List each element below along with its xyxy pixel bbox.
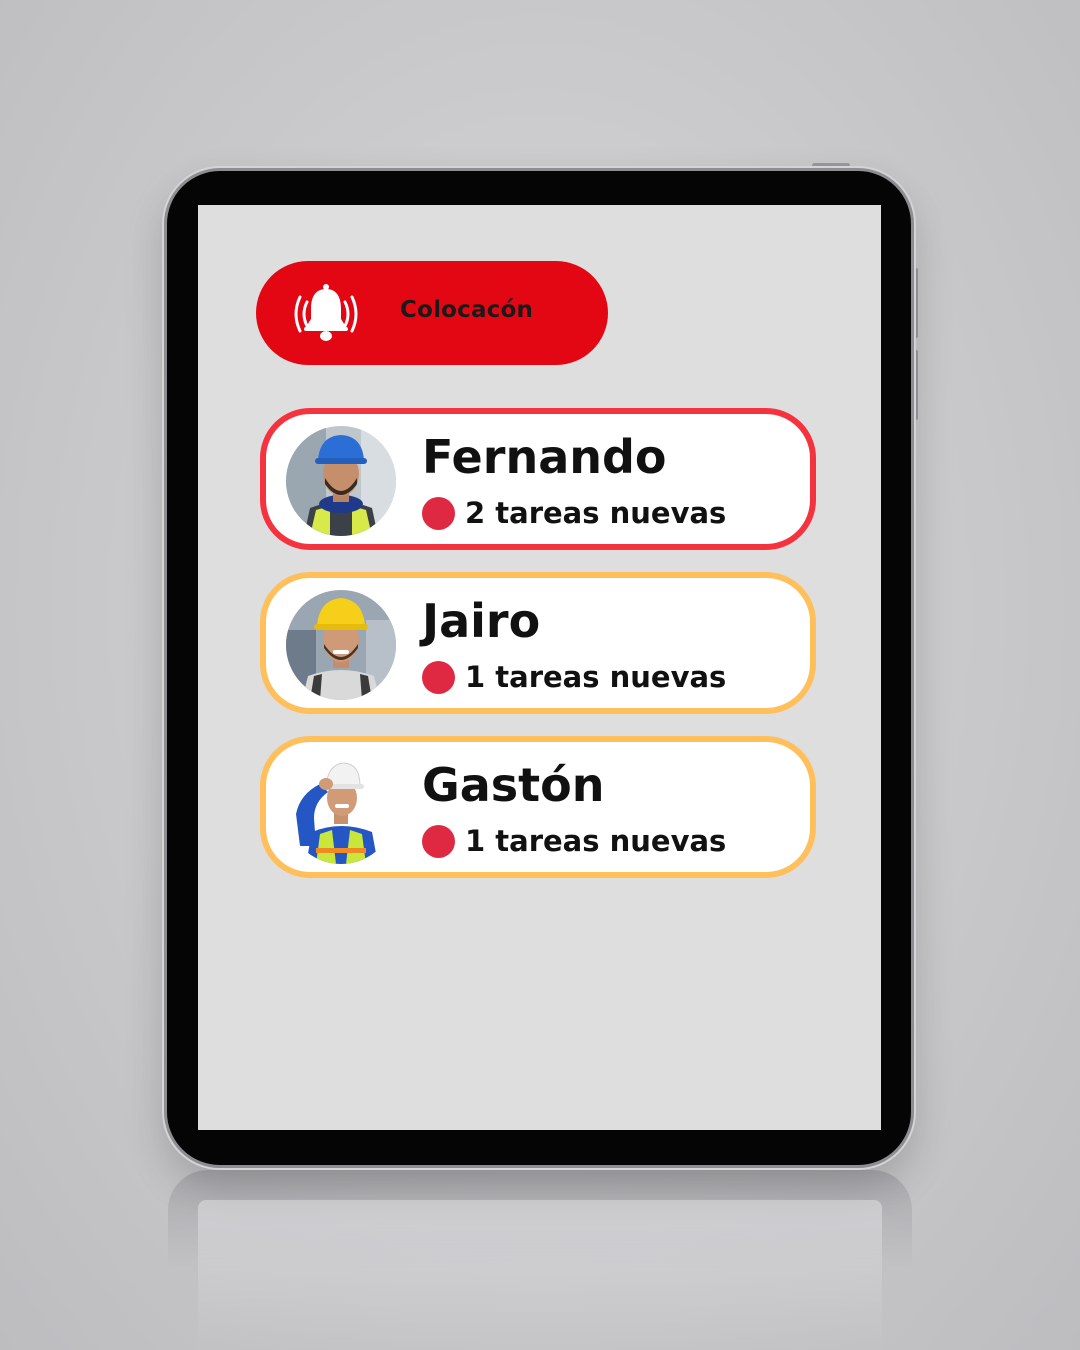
alert-category-label: Colocacón [400,297,534,323]
tablet-screen: Colocacón Fernando 2 tareas nuevas Jairo… [198,205,881,1130]
task-count-line: 2 tareas nuevas [422,496,726,530]
bell-ringing-icon [294,284,358,341]
worker-blue-helmet-avatar [286,426,396,536]
worker-yellow-helmet-avatar [286,590,396,700]
worker-card-gaston[interactable]: Gastón 1 tareas nuevas [260,736,816,878]
tablet-reflection [168,1170,912,1350]
worker-card-jairo[interactable]: Jairo 1 tareas nuevas [260,572,816,714]
volume-down-button [914,350,918,420]
volume-up-button [914,268,918,338]
task-count-line: 1 tareas nuevas [422,824,726,858]
worker-avatar [286,754,396,864]
task-count-line: 1 tareas nuevas [422,660,726,694]
worker-avatar [286,590,396,700]
worker-name: Gastón [422,758,605,812]
reflection-screen [198,1200,882,1350]
alert-category-button[interactable]: Colocacón [256,261,608,365]
worker-avatar [286,426,396,536]
worker-card-fernando[interactable]: Fernando 2 tareas nuevas [260,408,816,550]
task-count-text: 1 tareas nuevas [465,824,727,858]
status-dot-icon [422,660,455,694]
worker-name: Jairo [422,594,541,648]
worker-name: Fernando [422,430,667,484]
task-count-text: 1 tareas nuevas [465,660,727,694]
status-dot-icon [422,496,455,530]
task-count-text: 2 tareas nuevas [465,496,727,530]
worker-white-helmet-avatar [286,754,396,864]
status-dot-icon [422,824,455,858]
